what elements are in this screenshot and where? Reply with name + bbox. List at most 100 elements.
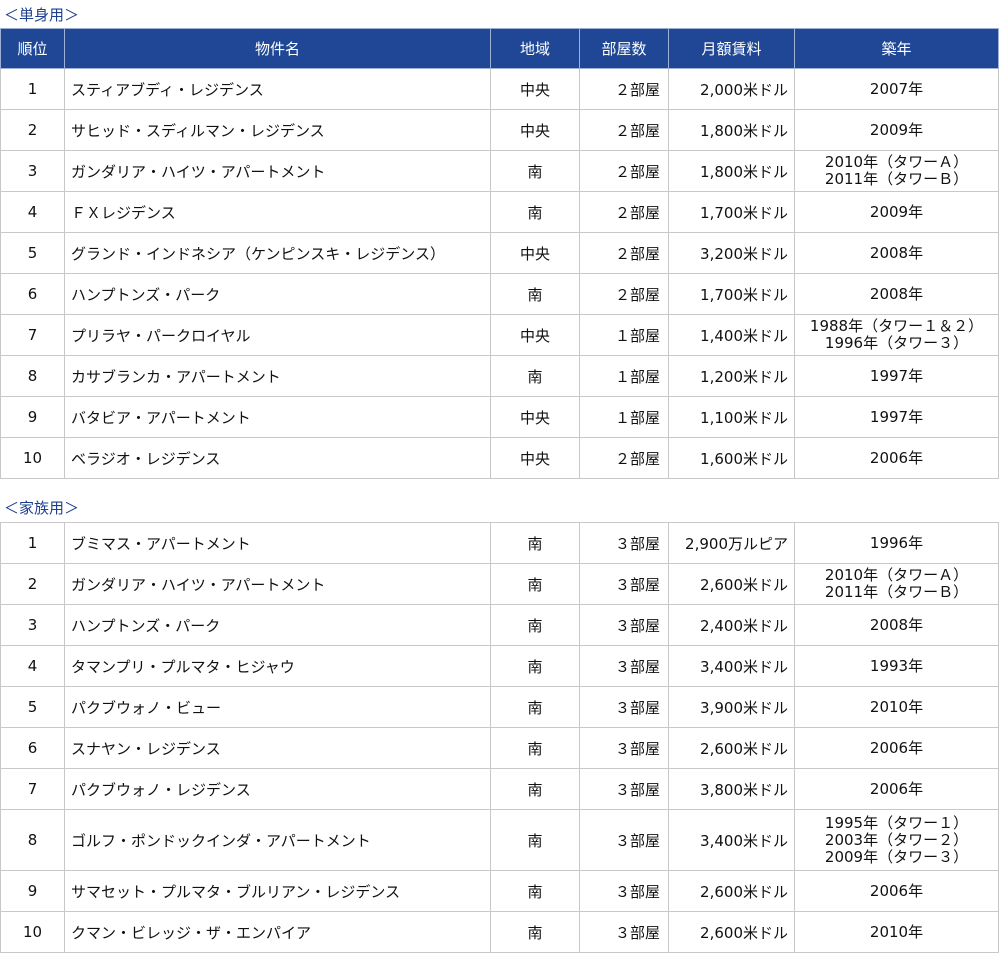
year-built-line: 2006年 <box>869 779 924 798</box>
rent-cell: 1,200米ドル <box>668 355 795 397</box>
rank-cell: 2 <box>0 563 65 605</box>
year-built-line: 2008年 <box>869 615 924 634</box>
year-built-line: 2010年 <box>869 922 924 941</box>
rank-cell: 6 <box>0 273 65 315</box>
rooms-cell: ２部屋 <box>579 191 669 233</box>
year-built-cell: 1993年 <box>794 645 999 687</box>
rent-cell: 2,600米ドル <box>668 870 795 912</box>
rank-cell: 3 <box>0 150 65 192</box>
year-built-cell: 1997年 <box>794 396 999 438</box>
rent-cell: 2,400米ドル <box>668 604 795 646</box>
region-cell: 南 <box>490 686 580 728</box>
year-built-line: 1996年 <box>869 533 924 552</box>
rent-cell: 2,600米ドル <box>668 563 795 605</box>
rank-cell: 10 <box>0 911 65 953</box>
region-cell: 南 <box>490 911 580 953</box>
rank-cell: 7 <box>0 314 65 356</box>
rooms-cell: ３部屋 <box>579 522 669 564</box>
year-built-line: 2009年 <box>869 120 924 139</box>
region-cell: 南 <box>490 355 580 397</box>
table-row: 4 ＦＸレジデンス南 ２部屋 1,700米ドル 2009年 <box>0 191 999 233</box>
property-name-cell: ゴルフ・ポンドックインダ・アパートメント <box>64 809 491 871</box>
property-name-cell: プリラヤ・パークロイヤル <box>64 314 491 356</box>
region-cell: 中央 <box>490 314 580 356</box>
header-year: 築年 <box>794 28 999 69</box>
year-built-cell: 2006年 <box>794 768 999 810</box>
rank-cell: 4 <box>0 191 65 233</box>
table-row: 7 プリラヤ・パークロイヤル 中央 １部屋 1,400米ドル 1988年（タワー１＆２） 1… <box>0 314 999 356</box>
rent-cell: 2,600米ドル <box>668 911 795 953</box>
year-built-line: 2010年 <box>869 697 924 716</box>
year-built-cell: 2009年 <box>794 191 999 233</box>
rank-cell: 1 <box>0 68 65 110</box>
region-cell: 南 <box>490 727 580 769</box>
table-row: 5 グランド・インドネシア（ケンピンスキ・レジデンス） 中央 ２部屋 3,200米ドル 2… <box>0 232 999 274</box>
region-cell: 南 <box>490 191 580 233</box>
year-built-line: 2008年 <box>869 284 924 303</box>
year-built-line: 1997年 <box>869 407 924 426</box>
property-name-cell: ハンプトンズ・パーク <box>64 273 491 315</box>
rooms-cell: １部屋 <box>579 355 669 397</box>
rooms-cell: ２部屋 <box>579 273 669 315</box>
table-row: 9 サマセット・プルマタ・ブルリアン・レジデンス南 ３部屋 2,600米ドル 2006年 <box>0 870 999 912</box>
year-built-line: 2006年 <box>869 448 924 467</box>
rank-cell: 5 <box>0 232 65 274</box>
year-built-cell: 2008年 <box>794 273 999 315</box>
rank-cell: 9 <box>0 396 65 438</box>
year-built-cell: 2006年 <box>794 727 999 769</box>
rank-cell: 8 <box>0 355 65 397</box>
table-row: 1 スティアブディ・レジデンス 中央 ２部屋 2,000米ドル 2007年 <box>0 68 999 110</box>
region-cell: 南 <box>490 522 580 564</box>
table-row: 10 ベラジオ・レジデンス 中央 ２部屋 1,600米ドル 2006年 <box>0 437 999 479</box>
property-name-cell: ブミマス・アパートメント <box>64 522 491 564</box>
rent-cell: 1,400米ドル <box>668 314 795 356</box>
table-row: 10 クマン・ビレッジ・ザ・エンパイア南 ３部屋 2,600米ドル 2010年 <box>0 911 999 953</box>
year-built-line: 2008年 <box>869 243 924 262</box>
table-row: 6 スナヤン・レジデンス南 ３部屋 2,600米ドル 2006年 <box>0 727 999 769</box>
year-built-line: 2006年 <box>869 738 924 757</box>
year-built-line: 2003年（タワー２） <box>824 830 969 849</box>
table-row: 1 ブミマス・アパートメント南 ３部屋 2,900万ルピア 1996年 <box>0 522 999 564</box>
rent-cell: 3,900米ドル <box>668 686 795 728</box>
rank-cell: 10 <box>0 437 65 479</box>
table-row: 9 バタビア・アパートメント 中央 １部屋 1,100米ドル 1997年 <box>0 396 999 438</box>
property-name-cell: クマン・ビレッジ・ザ・エンパイア <box>64 911 491 953</box>
year-built-cell: 2010年（タワーＡ） 2011年（タワーＢ） <box>794 150 999 192</box>
property-name-cell: サヒッド・スディルマン・レジデンス <box>64 109 491 151</box>
property-name-cell: グランド・インドネシア（ケンピンスキ・レジデンス） <box>64 232 491 274</box>
year-built-line: 1988年（タワー１＆２） <box>809 317 984 335</box>
rank-cell: 3 <box>0 604 65 646</box>
rent-cell: 3,200米ドル <box>668 232 795 274</box>
year-built-cell: 2006年 <box>794 437 999 479</box>
rank-cell: 9 <box>0 870 65 912</box>
year-built-cell: 2008年 <box>794 604 999 646</box>
rooms-cell: ３部屋 <box>579 686 669 728</box>
rank-cell: 7 <box>0 768 65 810</box>
property-name-cell: サマセット・プルマタ・ブルリアン・レジデンス <box>64 870 491 912</box>
year-built-cell: 1988年（タワー１＆２） 1996年（タワー３） <box>794 314 999 356</box>
rooms-cell: ２部屋 <box>579 150 669 192</box>
year-built-cell: 2008年 <box>794 232 999 274</box>
page: ＜単身用＞ 順位 物件名 地域 部屋数 月額賃料 築年 1 スティアブディ・レジデ… <box>0 0 999 960</box>
table-row: 2 ガンダリア・ハイツ・アパートメント南 ３部屋 2,600米ドル 2010年（タワーＡ… <box>0 563 999 605</box>
year-built-line: 2009年 <box>869 202 924 221</box>
region-cell: 南 <box>490 604 580 646</box>
region-cell: 南 <box>490 273 580 315</box>
single-header-row: 順位 物件名 地域 部屋数 月額賃料 築年 <box>0 28 999 69</box>
year-built-line: 1996年（タワー３） <box>824 334 969 352</box>
year-built-line: 2011年（タワーＢ） <box>824 583 969 601</box>
rooms-cell: １部屋 <box>579 314 669 356</box>
rank-cell: 1 <box>0 522 65 564</box>
rank-cell: 8 <box>0 809 65 871</box>
year-built-cell: 1997年 <box>794 355 999 397</box>
property-name-cell: カサブランカ・アパートメント <box>64 355 491 397</box>
property-name-cell: スティアブディ・レジデンス <box>64 68 491 110</box>
family-table-body: 1 ブミマス・アパートメント南 ３部屋 2,900万ルピア 1996年 2 ガンダリア・ハイ… <box>0 522 999 953</box>
rent-cell: 2,900万ルピア <box>668 522 795 564</box>
property-name-cell: タマンプリ・プルマタ・ヒジャウ <box>64 645 491 687</box>
table-row: 7 パクブウォノ・レジデンス南 ３部屋 3,800米ドル 2006年 <box>0 768 999 810</box>
rent-cell: 1,800米ドル <box>668 150 795 192</box>
rooms-cell: ３部屋 <box>579 768 669 810</box>
table-row: 2 サヒッド・スディルマン・レジデンス 中央 ２部屋 1,800米ドル 2009年 <box>0 109 999 151</box>
year-built-line: 1995年（タワー１） <box>824 813 969 832</box>
